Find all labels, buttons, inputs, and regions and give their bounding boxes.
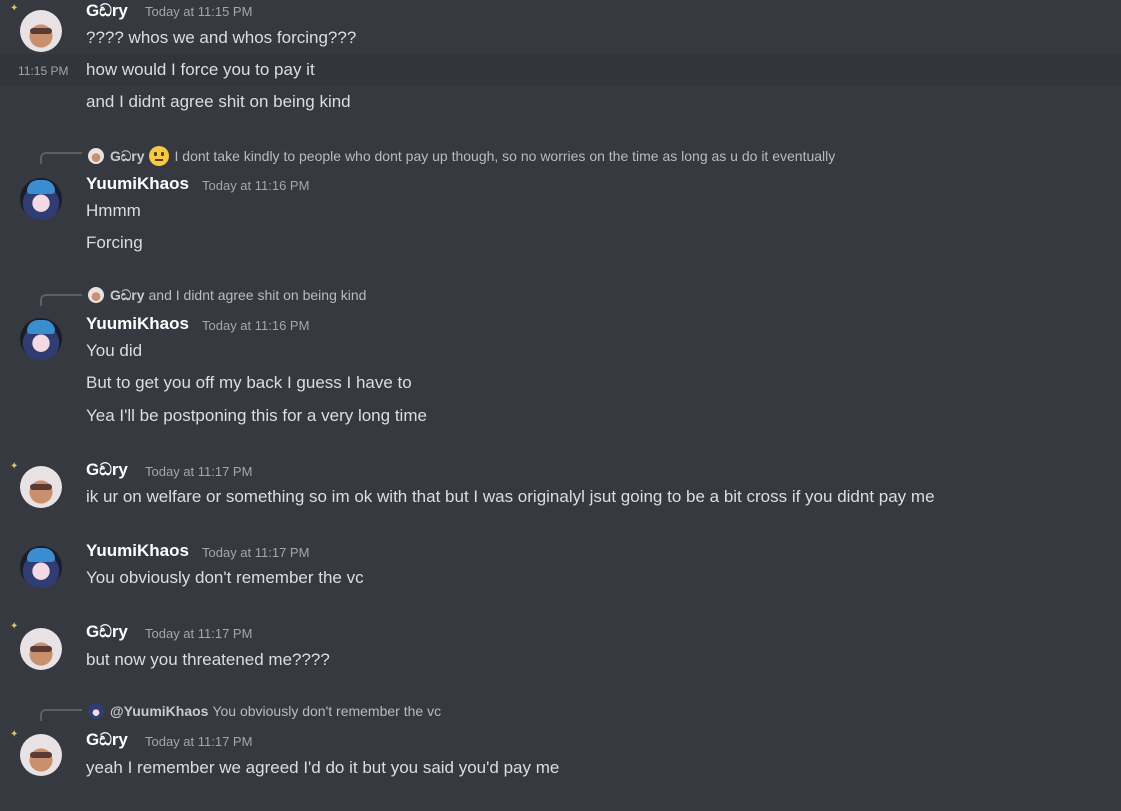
message-text: But to get you off my back I guess I hav… — [86, 373, 412, 392]
reply-author[interactable]: Gඩry — [110, 148, 145, 164]
message-text: how would I force you to pay it — [86, 60, 315, 79]
message-text: You obviously don't remember the vc — [86, 568, 364, 587]
message-text: You did — [86, 341, 143, 360]
avatar-gary[interactable] — [20, 466, 62, 508]
message-author[interactable]: YuumiKhaos — [86, 174, 189, 194]
message-timestamp[interactable]: Today at 11:17 PM — [145, 734, 252, 750]
reply-connector — [40, 294, 82, 306]
reply-text[interactable]: and I didnt agree shit on being kind — [149, 287, 367, 303]
message-text: but now you threatened me???? — [86, 650, 330, 669]
message-author[interactable]: Gඩry — [86, 460, 128, 480]
message-timestamp[interactable]: Today at 11:16 PM — [202, 178, 309, 194]
avatar-yuumikhaos[interactable] — [20, 318, 62, 360]
reply-connector — [40, 709, 82, 721]
avatar-yuumikhaos[interactable] — [20, 178, 62, 220]
message-text: Forcing — [86, 233, 143, 252]
reply-preview[interactable]: Gඩry and I didnt agree shit on being kind — [88, 286, 366, 304]
message-author[interactable]: Gඩry — [86, 1, 128, 21]
message-timestamp[interactable]: Today at 11:17 PM — [202, 545, 309, 561]
avatar-gary[interactable] — [20, 734, 62, 776]
reply-avatar — [88, 287, 104, 303]
chat-messages: ✦ Gඩry Today at 11:15 PM ???? whos we an… — [0, 0, 1121, 811]
message-text: yeah I remember we agreed I'd do it but … — [86, 758, 560, 777]
neutral-face-emoji-icon — [148, 146, 169, 166]
reply-text[interactable]: I dont take kindly to people who dont pa… — [175, 148, 836, 164]
reply-preview[interactable]: Gඩry I dont take kindly to people who don… — [88, 146, 835, 166]
message-text: and I didnt agree shit on being kind — [86, 92, 351, 111]
sparkle-icon: ✦ — [10, 729, 19, 740]
hover-timestamp[interactable]: 11:15 PM — [18, 63, 68, 79]
message-text: Yea I'll be postponing this for a very l… — [86, 406, 427, 425]
message-text: Hmmm — [86, 201, 141, 220]
sparkle-icon: ✦ — [10, 621, 19, 632]
sparkle-icon: ✦ — [10, 461, 19, 472]
avatar-gary[interactable] — [20, 10, 62, 52]
message-author[interactable]: Gඩry — [86, 730, 128, 750]
reply-connector — [40, 152, 82, 164]
message-text: ???? whos we and whos forcing??? — [86, 28, 357, 47]
message-timestamp[interactable]: Today at 11:17 PM — [145, 626, 252, 642]
avatar-gary[interactable] — [20, 628, 62, 670]
message-author[interactable]: YuumiKhaos — [86, 314, 189, 334]
avatar-yuumikhaos[interactable] — [20, 546, 62, 588]
message-text: ik ur on welfare or something so im ok w… — [86, 487, 935, 506]
message-timestamp[interactable]: Today at 11:16 PM — [202, 318, 309, 334]
message-author[interactable]: YuumiKhaos — [86, 541, 189, 561]
reply-author[interactable]: Gඩry — [110, 287, 145, 303]
reply-preview[interactable]: @YuumiKhaos You obviously don't remember … — [88, 702, 441, 720]
reply-avatar — [88, 703, 104, 719]
message-timestamp[interactable]: Today at 11:17 PM — [145, 464, 252, 480]
message-timestamp[interactable]: Today at 11:15 PM — [145, 4, 252, 20]
reply-author[interactable]: @YuumiKhaos — [110, 703, 208, 719]
reply-avatar — [88, 148, 104, 164]
sparkle-icon: ✦ — [10, 3, 19, 14]
message-author[interactable]: Gඩry — [86, 622, 128, 642]
reply-text[interactable]: You obviously don't remember the vc — [212, 703, 441, 719]
